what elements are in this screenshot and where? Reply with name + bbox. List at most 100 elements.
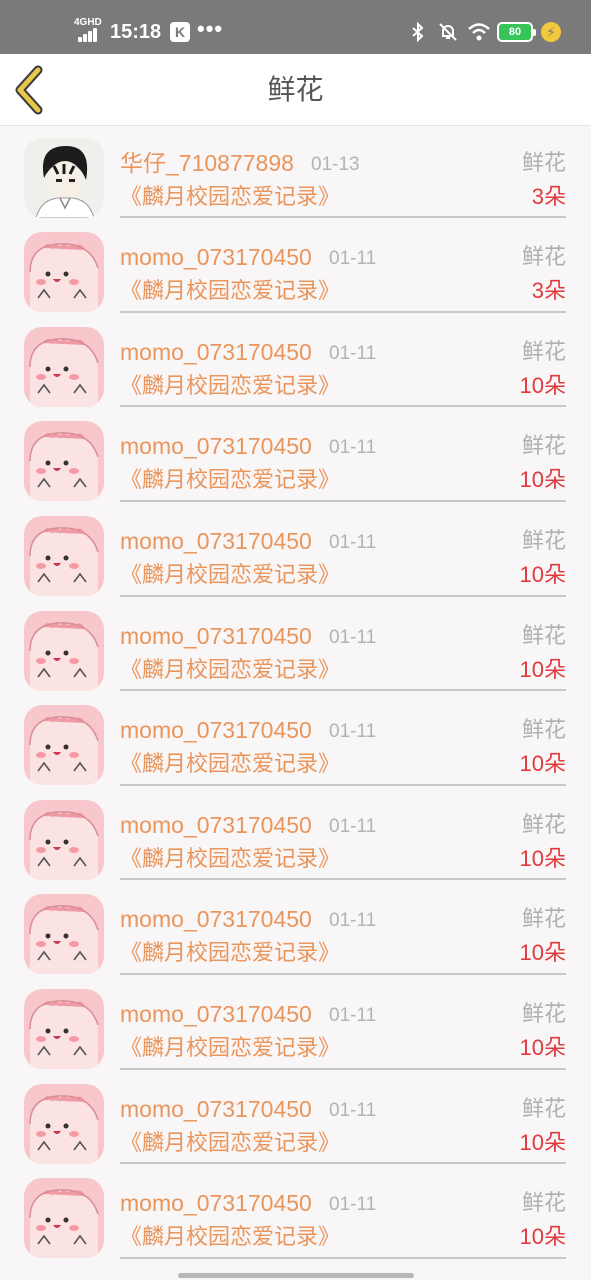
gift-type: 鲜花 bbox=[521, 149, 566, 175]
book-title[interactable]: 《麟月校园恋爱记录》 bbox=[120, 467, 340, 493]
gift-type: 鲜花 bbox=[521, 906, 566, 932]
flower-count: 3朵 bbox=[531, 183, 566, 209]
list-item[interactable]: momo_073170450 01-11 鲜花 《麟月校园恋爱记录》 3朵 bbox=[0, 218, 591, 313]
flower-count: 10朵 bbox=[519, 656, 566, 682]
wifi-icon bbox=[467, 21, 490, 43]
avatar[interactable] bbox=[24, 1083, 104, 1164]
navigation-bar: 鲜花 bbox=[0, 54, 591, 126]
username[interactable]: momo_073170450 bbox=[120, 1096, 312, 1122]
chevron-left-icon bbox=[15, 65, 43, 115]
gift-date: 01-11 bbox=[329, 248, 377, 270]
list-item-info: momo_073170450 01-11 鲜花 《麟月校园恋爱记录》 10朵 bbox=[120, 691, 566, 786]
book-title[interactable]: 《麟月校园恋爱记录》 bbox=[120, 562, 340, 588]
gift-date: 01-11 bbox=[329, 721, 377, 743]
book-title[interactable]: 《麟月校园恋爱记录》 bbox=[120, 657, 340, 683]
avatar[interactable] bbox=[24, 326, 104, 407]
gift-date: 01-11 bbox=[329, 910, 377, 932]
gift-type: 鲜花 bbox=[521, 717, 566, 743]
gift-type: 鲜花 bbox=[521, 622, 566, 648]
gift-type: 鲜花 bbox=[521, 244, 566, 270]
home-indicator[interactable] bbox=[178, 1273, 414, 1278]
list-item-info: momo_073170450 01-11 鲜花 《麟月校园恋爱记录》 10朵 bbox=[120, 975, 566, 1070]
avatar[interactable] bbox=[24, 137, 104, 218]
list-item[interactable]: momo_073170450 01-11 鲜花 《麟月校园恋爱记录》 10朵 bbox=[0, 313, 591, 408]
flower-count: 10朵 bbox=[519, 1224, 566, 1250]
battery-icon: 80 bbox=[497, 22, 536, 42]
list-item-info: momo_073170450 01-11 鲜花 《麟月校园恋爱记录》 10朵 bbox=[120, 313, 566, 408]
bell-off-icon bbox=[437, 21, 459, 43]
flower-count: 10朵 bbox=[519, 940, 566, 966]
status-time: 15:18 bbox=[110, 21, 162, 43]
list-item-info: momo_073170450 01-11 鲜花 《麟月校园恋爱记录》 10朵 bbox=[120, 597, 566, 692]
list-item[interactable]: momo_073170450 01-11 鲜花 《麟月校园恋爱记录》 10朵 bbox=[0, 407, 591, 502]
k-app-icon: K bbox=[170, 22, 190, 42]
gift-type: 鲜花 bbox=[521, 1190, 566, 1216]
network-type: 4GHD bbox=[74, 17, 102, 28]
list-item-info: 华仔_710877898 01-13 鲜花 《麟月校园恋爱记录》 3朵 bbox=[120, 126, 566, 219]
gift-date: 01-11 bbox=[329, 1194, 377, 1216]
flower-count: 10朵 bbox=[519, 1034, 566, 1060]
more-notifications-icon: ••• bbox=[197, 16, 224, 41]
username[interactable]: momo_073170450 bbox=[120, 717, 312, 743]
signal-icon bbox=[78, 28, 104, 42]
username[interactable]: momo_073170450 bbox=[120, 339, 312, 365]
list-item[interactable]: momo_073170450 01-11 鲜花 《麟月校园恋爱记录》 10朵 bbox=[0, 1164, 591, 1259]
flower-record-list[interactable]: 《麟月校园恋爱记录》 1朵 华仔_710877898 01-13 鲜花 《麟月校… bbox=[0, 126, 591, 1280]
avatar[interactable] bbox=[24, 1178, 104, 1259]
book-title[interactable]: 《麟月校园恋爱记录》 bbox=[120, 1224, 340, 1250]
gift-type: 鲜花 bbox=[521, 1000, 566, 1026]
book-title[interactable]: 《麟月校园恋爱记录》 bbox=[120, 940, 340, 966]
flower-count: 10朵 bbox=[519, 467, 566, 493]
gift-date: 01-11 bbox=[329, 531, 377, 553]
list-item-info: momo_073170450 01-11 鲜花 《麟月校园恋爱记录》 3朵 bbox=[120, 218, 566, 313]
gift-date: 01-11 bbox=[329, 342, 377, 364]
gift-date: 01-11 bbox=[329, 1004, 377, 1026]
page-title: 鲜花 bbox=[267, 74, 324, 105]
gift-date: 01-11 bbox=[329, 815, 377, 837]
list-item-info: momo_073170450 01-11 鲜花 《麟月校园恋爱记录》 10朵 bbox=[120, 502, 566, 597]
avatar[interactable] bbox=[24, 610, 104, 691]
avatar[interactable] bbox=[24, 705, 104, 786]
username[interactable]: momo_073170450 bbox=[120, 244, 312, 270]
username[interactable]: 华仔_710877898 bbox=[120, 150, 294, 176]
avatar[interactable] bbox=[24, 421, 104, 502]
book-title[interactable]: 《麟月校园恋爱记录》 bbox=[120, 373, 340, 399]
list-item-info: momo_073170450 01-11 鲜花 《麟月校园恋爱记录》 10朵 bbox=[120, 880, 566, 975]
flower-count: 10朵 bbox=[519, 561, 566, 587]
book-title[interactable]: 《麟月校园恋爱记录》 bbox=[120, 846, 340, 872]
gift-type: 鲜花 bbox=[521, 1095, 566, 1121]
book-title[interactable]: 《麟月校园恋爱记录》 bbox=[120, 278, 340, 304]
list-item[interactable]: momo_073170450 01-11 鲜花 《麟月校园恋爱记录》 10朵 bbox=[0, 691, 591, 786]
book-title[interactable]: 《麟月校园恋爱记录》 bbox=[120, 751, 340, 777]
avatar[interactable] bbox=[24, 515, 104, 596]
flower-count: 10朵 bbox=[519, 751, 566, 777]
book-title[interactable]: 《麟月校园恋爱记录》 bbox=[120, 1035, 340, 1061]
back-button[interactable] bbox=[8, 64, 58, 116]
gift-date: 01-13 bbox=[311, 153, 360, 175]
book-title[interactable]: 《麟月校园恋爱记录》 bbox=[120, 1130, 340, 1156]
gift-date: 01-11 bbox=[329, 437, 377, 459]
list-item[interactable]: momo_073170450 01-11 鲜花 《麟月校园恋爱记录》 10朵 bbox=[0, 880, 591, 975]
username[interactable]: momo_073170450 bbox=[120, 812, 312, 838]
username[interactable]: momo_073170450 bbox=[120, 433, 312, 459]
username[interactable]: momo_073170450 bbox=[120, 1190, 312, 1216]
avatar[interactable] bbox=[24, 988, 104, 1069]
flower-count: 3朵 bbox=[531, 278, 566, 304]
book-title[interactable]: 《麟月校园恋爱记录》 bbox=[120, 184, 340, 210]
list-item-info: momo_073170450 01-11 鲜花 《麟月校园恋爱记录》 10朵 bbox=[120, 1070, 566, 1165]
avatar[interactable] bbox=[24, 232, 104, 313]
username[interactable]: momo_073170450 bbox=[120, 906, 312, 932]
username[interactable]: momo_073170450 bbox=[120, 528, 312, 554]
list-item[interactable]: 华仔_710877898 01-13 鲜花 《麟月校园恋爱记录》 3朵 bbox=[0, 126, 591, 219]
list-item[interactable]: momo_073170450 01-11 鲜花 《麟月校园恋爱记录》 10朵 bbox=[0, 597, 591, 692]
username[interactable]: momo_073170450 bbox=[120, 1001, 312, 1027]
list-item[interactable]: momo_073170450 01-11 鲜花 《麟月校园恋爱记录》 10朵 bbox=[0, 975, 591, 1070]
list-item[interactable]: momo_073170450 01-11 鲜花 《麟月校园恋爱记录》 10朵 bbox=[0, 786, 591, 881]
list-item[interactable]: momo_073170450 01-11 鲜花 《麟月校园恋爱记录》 10朵 bbox=[0, 1070, 591, 1165]
gift-type: 鲜花 bbox=[521, 338, 566, 364]
username[interactable]: momo_073170450 bbox=[120, 623, 312, 649]
avatar[interactable] bbox=[24, 894, 104, 975]
avatar[interactable] bbox=[24, 799, 104, 880]
gift-type: 鲜花 bbox=[521, 433, 566, 459]
list-item[interactable]: momo_073170450 01-11 鲜花 《麟月校园恋爱记录》 10朵 bbox=[0, 502, 591, 597]
